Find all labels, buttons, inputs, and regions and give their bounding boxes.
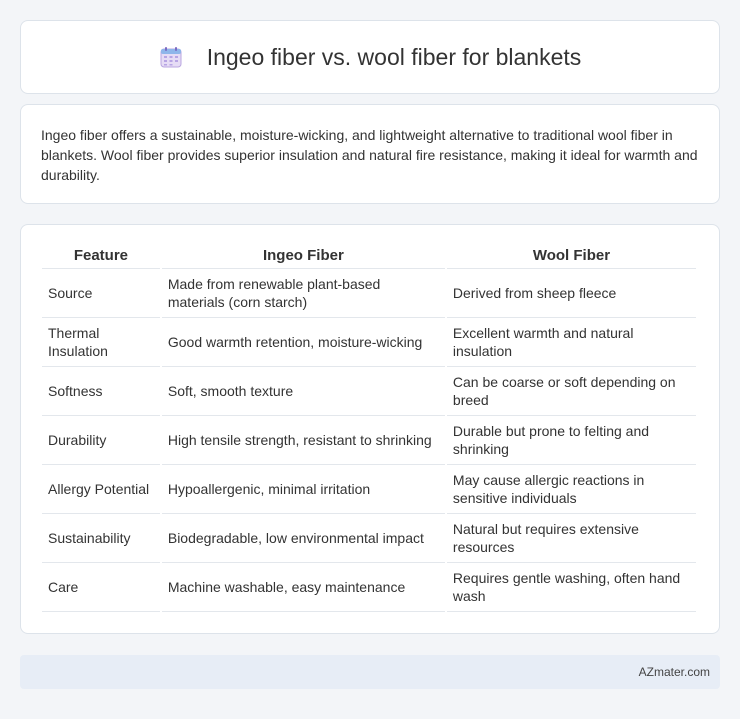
page-title: Ingeo fiber vs. wool fiber for blankets: [159, 43, 582, 71]
calendar-icon: [159, 45, 183, 69]
table-row: Sustainability Biodegradable, low enviro…: [42, 514, 696, 563]
ingeo-cell: Machine washable, easy maintenance: [161, 563, 445, 612]
wool-cell: Durable but prone to felting and shrinki…: [446, 416, 696, 465]
table-row: Softness Soft, smooth texture Can be coa…: [42, 367, 696, 416]
wool-cell: Derived from sheep fleece: [446, 269, 696, 318]
ingeo-cell: Biodegradable, low environmental impact: [161, 514, 445, 563]
footer-brand[interactable]: AZmater.com: [639, 665, 710, 679]
summary-card: Ingeo fiber offers a sustainable, moistu…: [20, 104, 720, 204]
summary-text: Ingeo fiber offers a sustainable, moistu…: [41, 127, 698, 183]
ingeo-cell: Hypoallergenic, minimal irritation: [161, 465, 445, 514]
comparison-table-card: Feature Ingeo Fiber Wool Fiber Source Ma…: [20, 224, 720, 634]
feature-cell: Thermal Insulation: [42, 318, 160, 367]
column-header-wool: Wool Fiber: [446, 241, 696, 269]
feature-cell: Source: [42, 269, 160, 318]
table-header-row: Feature Ingeo Fiber Wool Fiber: [42, 241, 696, 269]
feature-cell: Sustainability: [42, 514, 160, 563]
table-row: Allergy Potential Hypoallergenic, minima…: [42, 465, 696, 514]
ingeo-cell: High tensile strength, resistant to shri…: [161, 416, 445, 465]
table-row: Thermal Insulation Good warmth retention…: [42, 318, 696, 367]
ingeo-cell: Made from renewable plant-based material…: [161, 269, 445, 318]
wool-cell: Can be coarse or soft depending on breed: [446, 367, 696, 416]
feature-cell: Durability: [42, 416, 160, 465]
table-row: Durability High tensile strength, resist…: [42, 416, 696, 465]
comparison-table: Feature Ingeo Fiber Wool Fiber Source Ma…: [40, 241, 698, 612]
feature-cell: Softness: [42, 367, 160, 416]
page-title-text: Ingeo fiber vs. wool fiber for blankets: [206, 43, 582, 70]
title-card: Ingeo fiber vs. wool fiber for blankets: [20, 20, 720, 94]
feature-cell: Allergy Potential: [42, 465, 160, 514]
column-header-ingeo: Ingeo Fiber: [161, 241, 445, 269]
footer: AZmater.com: [20, 655, 720, 689]
feature-cell: Care: [42, 563, 160, 612]
wool-cell: Natural but requires extensive resources: [446, 514, 696, 563]
wool-cell: May cause allergic reactions in sensitiv…: [446, 465, 696, 514]
column-header-feature: Feature: [42, 241, 160, 269]
table-row: Care Machine washable, easy maintenance …: [42, 563, 696, 612]
ingeo-cell: Good warmth retention, moisture-wicking: [161, 318, 445, 367]
wool-cell: Excellent warmth and natural insulation: [446, 318, 696, 367]
wool-cell: Requires gentle washing, often hand wash: [446, 563, 696, 612]
ingeo-cell: Soft, smooth texture: [161, 367, 445, 416]
table-row: Source Made from renewable plant-based m…: [42, 269, 696, 318]
